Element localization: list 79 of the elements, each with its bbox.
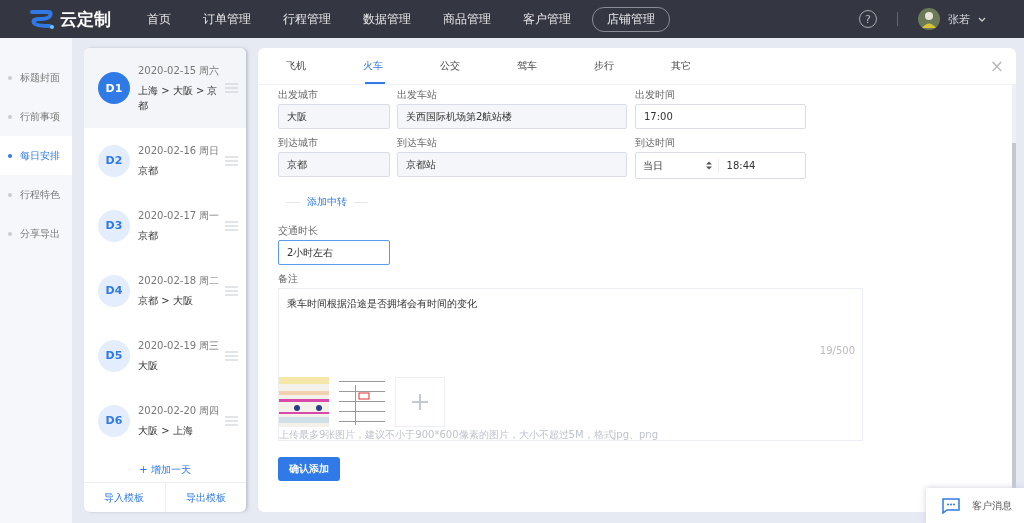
template-button[interactable]: 导出模板	[164, 483, 246, 512]
confirm-button[interactable]: 确认添加	[278, 457, 340, 481]
drag-handle-icon[interactable]	[225, 415, 238, 426]
field-label: 出发车站	[397, 89, 438, 101]
add-day-link[interactable]: + 增加一天	[84, 463, 246, 477]
char-counter: 19/500	[819, 345, 855, 356]
day-item[interactable]: D6 2020-02-20 周四 大阪 > 上海	[84, 388, 246, 453]
arrival-time-field[interactable]: 当日 18:44	[635, 152, 806, 179]
transport-tab[interactable]: 公交	[440, 48, 517, 84]
sidebar-item[interactable]: 行前事项	[0, 97, 72, 136]
add-transfer-link[interactable]: 添加中转	[307, 195, 347, 209]
duration-field[interactable]: 2小时左右	[278, 240, 390, 265]
sidebar-item[interactable]: 分享导出	[0, 214, 72, 253]
day-badge: D5	[98, 339, 130, 372]
drag-handle-icon[interactable]	[225, 220, 238, 231]
day-date: 2020-02-18 周二	[138, 273, 221, 288]
sidebar-item[interactable]: 每日安排	[0, 136, 72, 175]
field-label: 到达城市	[278, 137, 319, 149]
logo-icon	[28, 8, 56, 30]
sidebar-item[interactable]: 标题封面	[0, 58, 72, 97]
day-route: 大阪	[138, 358, 159, 373]
city-field[interactable]: 大阪	[278, 104, 390, 129]
day-badge: D3	[98, 209, 130, 242]
station-field[interactable]: 关西国际机场第2航站楼	[397, 104, 627, 129]
caret-icon	[978, 16, 986, 22]
brand-name: 云定制	[60, 7, 111, 31]
day-select[interactable]: 当日	[636, 158, 719, 173]
nav-link[interactable]: 行程管理	[272, 7, 342, 31]
day-item[interactable]: D5 2020-02-19 周三 大阪	[84, 323, 246, 388]
field-label: 交通时长	[278, 225, 318, 237]
nav-link[interactable]: 店铺管理	[592, 6, 670, 32]
transport-tab[interactable]: 飞机	[286, 48, 363, 84]
upload-button[interactable]	[395, 377, 445, 427]
day-badge: D6	[98, 404, 130, 437]
notes-text: 乘车时间根据沿途是否拥堵会有时间的变化	[287, 297, 477, 311]
day-item[interactable]: D3 2020-02-17 周一 京都	[84, 193, 246, 258]
transport-tab[interactable]: 其它	[671, 48, 748, 84]
day-item[interactable]: D4 2020-02-18 周二 京都 > 大阪	[84, 258, 246, 323]
day-item[interactable]: D2 2020-02-16 周日 京都	[84, 128, 246, 193]
drag-handle-icon[interactable]	[225, 285, 238, 296]
avatar-icon	[918, 8, 940, 30]
user-name[interactable]: 张若	[948, 11, 970, 27]
field-label: 到达时间	[635, 137, 676, 149]
day-date: 2020-02-17 周一	[138, 208, 221, 223]
drag-handle-icon[interactable]	[225, 350, 238, 361]
day-date: 2020-02-15 周六	[138, 63, 221, 78]
day-route: 上海 > 大阪 > 京都	[138, 83, 219, 113]
day-date: 2020-02-16 周日	[138, 143, 221, 158]
nav-link[interactable]: 订单管理	[192, 7, 262, 31]
day-route: 京都	[138, 163, 159, 178]
day-date: 2020-02-19 周三	[138, 338, 221, 353]
day-badge: D1	[98, 72, 130, 104]
city-field[interactable]: 京都	[278, 152, 390, 177]
nav-link[interactable]: 商品管理	[432, 7, 502, 31]
transport-tab[interactable]: 步行	[594, 48, 671, 84]
nav-link[interactable]: 客户管理	[512, 7, 582, 31]
day-route: 京都	[138, 228, 159, 243]
nav-link[interactable]: 首页	[136, 7, 182, 31]
sidebar-item[interactable]: 行程特色	[0, 175, 72, 214]
station-field[interactable]: 京都站	[397, 152, 627, 177]
transport-tab[interactable]: 驾车	[517, 48, 594, 84]
field-label: 备注	[278, 273, 298, 285]
day-route: 大阪 > 上海	[138, 423, 194, 438]
nav-link[interactable]: 数据管理	[352, 7, 422, 31]
chat-icon	[942, 497, 960, 514]
day-date: 2020-02-20 周四	[138, 403, 221, 418]
drag-handle-icon[interactable]	[225, 155, 238, 166]
template-button[interactable]: 导入模板	[84, 483, 165, 512]
day-badge: D4	[98, 274, 130, 307]
field-label: 到达车站	[397, 137, 438, 149]
field-label: 出发城市	[278, 89, 319, 101]
stepper-icon	[705, 161, 712, 170]
day-route: 京都 > 大阪	[138, 293, 194, 308]
day-item[interactable]: D1 2020-02-15 周六 上海 > 大阪 > 京都	[84, 48, 246, 128]
time-field[interactable]: 17:00	[635, 104, 806, 129]
day-badge: D2	[98, 144, 130, 177]
plus-icon	[412, 394, 428, 410]
chat-widget[interactable]: 客户消息	[926, 488, 1024, 523]
field-label: 出发时间	[635, 89, 676, 101]
